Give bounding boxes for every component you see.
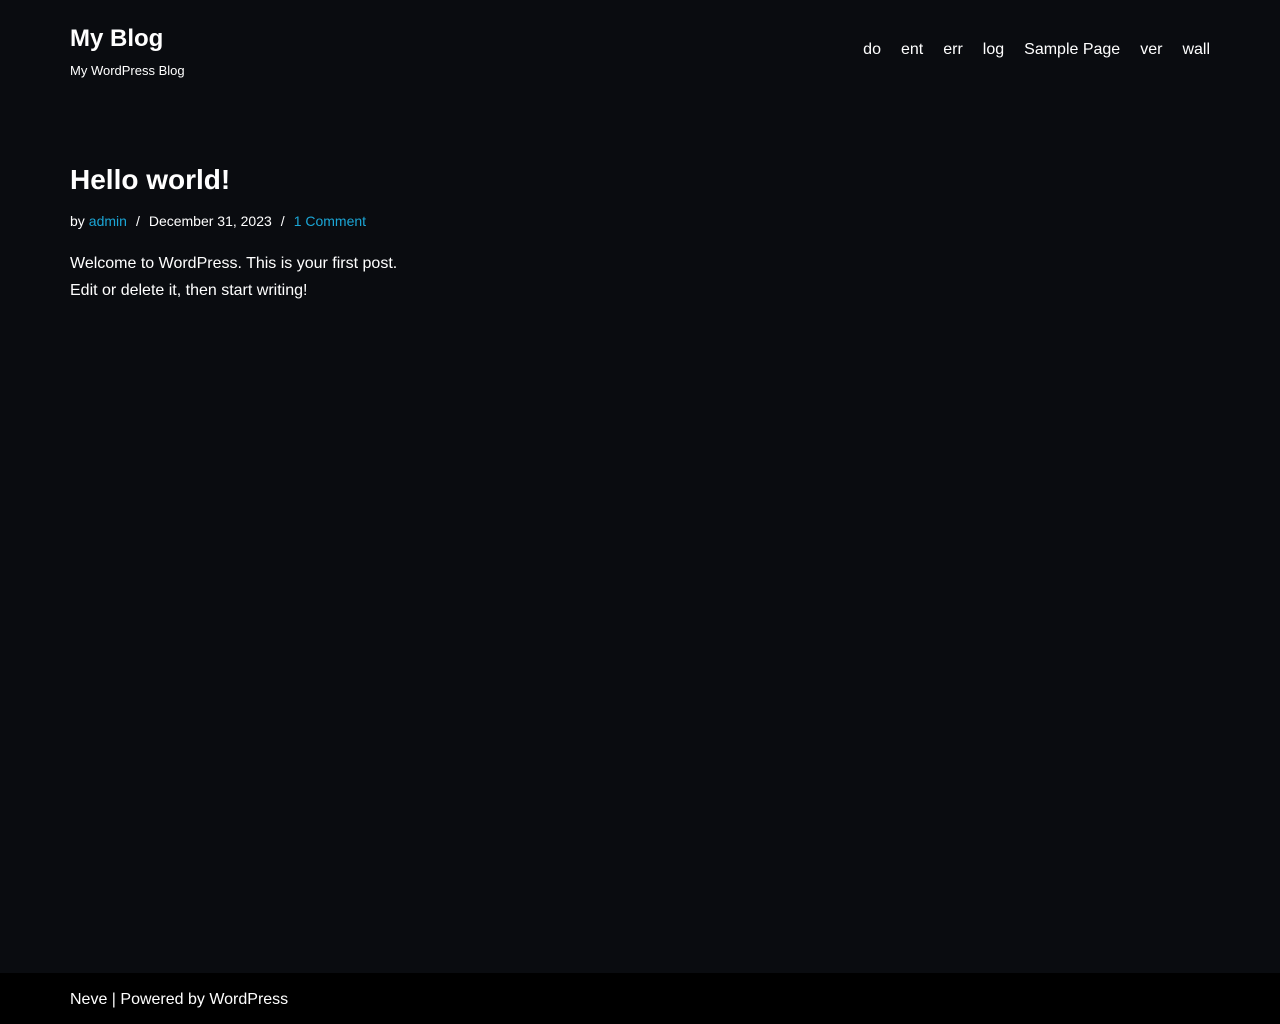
site-title-link[interactable]: My Blog xyxy=(70,24,163,54)
post-date: December 31, 2023 xyxy=(148,213,272,229)
post-author-link[interactable]: admin xyxy=(89,212,127,230)
primary-nav: do ent err log Sample Page ver wall xyxy=(863,40,1210,60)
post-title-link[interactable]: Hello world! xyxy=(70,163,570,197)
nav-item-err[interactable]: err xyxy=(943,40,963,60)
nav-item-wall[interactable]: wall xyxy=(1182,40,1210,60)
page: My Blog My WordPress Blog do ent err log… xyxy=(0,0,1280,1024)
site-footer: Neve | Powered by WordPress xyxy=(0,973,1280,1024)
site-tagline: My WordPress Blog xyxy=(70,63,185,78)
post-article: Hello world! by admin / December 31, 202… xyxy=(70,163,570,304)
post-meta-separator: / xyxy=(280,213,285,229)
nav-item-sample-page[interactable]: Sample Page xyxy=(1024,40,1120,60)
footer-divider: | xyxy=(107,991,121,1008)
footer-powered-by-link[interactable]: Powered by WordPress xyxy=(120,991,288,1008)
nav-item-do[interactable]: do xyxy=(863,40,881,60)
post-meta-by: by xyxy=(70,213,85,229)
footer-theme-link[interactable]: Neve xyxy=(70,991,107,1008)
nav-item-ver[interactable]: ver xyxy=(1140,40,1162,60)
nav-item-ent[interactable]: ent xyxy=(901,40,923,60)
nav-item-log[interactable]: log xyxy=(983,40,1004,60)
post-meta-separator: / xyxy=(135,213,140,229)
post-meta: by admin / December 31, 2023 / 1 Comment xyxy=(70,212,570,230)
site-header: My Blog My WordPress Blog do ent err log… xyxy=(70,0,1210,110)
footer-credits: Neve | Powered by WordPress xyxy=(70,990,288,1010)
post-comments-link[interactable]: 1 Comment xyxy=(294,212,366,230)
post-excerpt: Welcome to WordPress. This is your first… xyxy=(70,255,398,299)
